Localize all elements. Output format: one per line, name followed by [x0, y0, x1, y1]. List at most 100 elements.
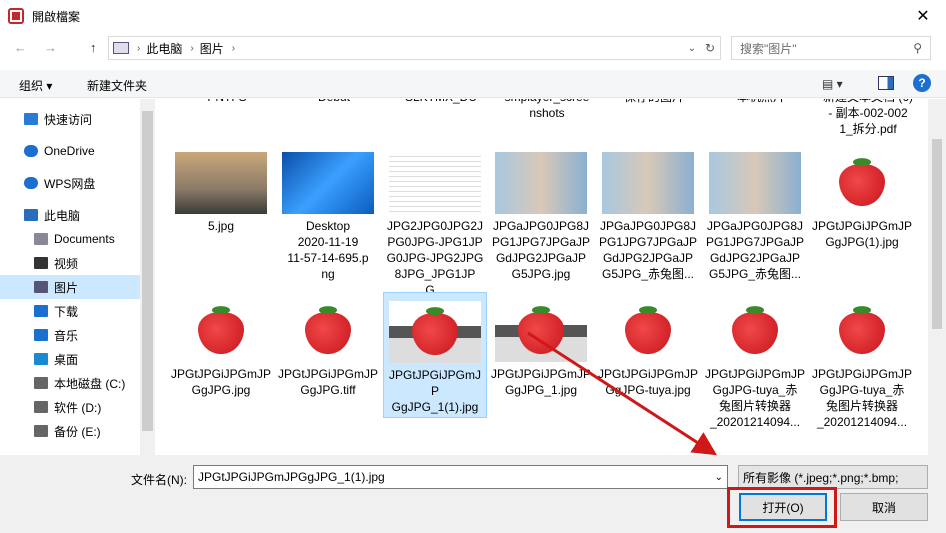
cancel-button[interactable]: 取消 — [840, 493, 928, 521]
thumbnail-image — [389, 152, 481, 214]
sidebar-item[interactable]: 音乐 — [0, 323, 140, 347]
sidebar-item[interactable]: 备份 (E:) — [0, 419, 140, 443]
file-item[interactable]: SLKTMX_DU — [389, 99, 493, 105]
file-name: 5.jpg — [207, 219, 235, 233]
file-item[interactable]: Desktop 2020-11-19 11-57-14-695.p ng — [276, 144, 380, 284]
thumbnail-image — [495, 152, 587, 214]
file-item[interactable]: PNTFS — [175, 99, 279, 105]
sidebar-item[interactable]: 视频 — [0, 251, 140, 275]
sidebar-item[interactable]: OneDrive — [0, 139, 140, 163]
sidebar-item[interactable]: 此电脑 — [0, 203, 140, 227]
window-title: 開啟檔案 — [32, 9, 81, 24]
file-item[interactable]: JPGaJPG0JPG8J PG1JPG7JPGaJP GdJPG2JPGaJP… — [596, 144, 700, 284]
sidebar-item-label: 桌面 — [54, 352, 79, 367]
up-button[interactable]: ↑ — [90, 40, 97, 55]
file-item[interactable]: JPGtJPGiJPGmJP GgJPG.jpg — [169, 292, 273, 400]
file-type-select[interactable]: 所有影像 (*.jpeg;*.png;*.bmp; — [738, 465, 928, 489]
navigation-pane: 快速访问 OneDrive WPS网盘此电脑 Documents 视频 图片下载音乐桌面本… — [0, 99, 155, 455]
chevron-down-icon[interactable]: ⌄ — [688, 43, 696, 54]
thumbnail-image — [282, 300, 374, 362]
file-name: JPGaJPG0JPG8J PG1JPG7JPGaJP GdJPG2JPGaJP… — [705, 219, 805, 281]
search-placeholder: 搜索"图片" — [740, 41, 797, 56]
sidebar-item-label: 本地磁盘 (C:) — [54, 376, 126, 391]
document-icon — [34, 233, 48, 245]
content-scrollbar[interactable] — [928, 99, 946, 455]
file-item[interactable]: smplayer_scree nshots — [495, 99, 599, 121]
filename-input[interactable]: JPGtJPGiJPGmJPGgJPG_1(1).jpg ⌄ — [193, 465, 728, 489]
organize-menu[interactable]: 组织 ▾ — [19, 77, 52, 94]
sidebar-item[interactable]: 桌面 — [0, 347, 140, 371]
file-item[interactable]: JPGtJPGiJPGmJP GgJPG-tuya_赤 兔图片转换器 _2020… — [810, 292, 914, 432]
cloud-icon — [24, 177, 38, 189]
sidebar-item[interactable]: 图片 — [0, 275, 140, 299]
file-item[interactable]: JPG2JPG0JPG2J PG0JPG-JPG1JP G0JPG-JPG2JP… — [383, 144, 487, 300]
sidebar-item-label: Documents — [54, 232, 115, 246]
thumbnail-image — [495, 300, 587, 362]
sidebar-item-label: 下载 — [54, 304, 79, 319]
search-input[interactable]: 搜索"图片" ⚲ — [731, 36, 931, 60]
file-item[interactable]: JPGaJPG0JPG8J PG1JPG7JPGaJP GdJPG2JPGaJP… — [489, 144, 593, 284]
app-icon — [8, 8, 24, 24]
file-name: Desktop 2020-11-19 11-57-14-695.p ng — [287, 219, 369, 281]
picture-folder-icon — [113, 42, 129, 54]
file-name: 新建文本文档 (6) - 副本-002-002 1_拆分.pdf — [823, 99, 913, 136]
file-name: JPGaJPG0JPG8J PG1JPG7JPGaJP GdJPG2JPGaJP… — [598, 219, 698, 281]
sidebar-item[interactable]: 快速访问 — [0, 107, 140, 131]
music-icon — [34, 329, 48, 341]
file-item[interactable]: JPGtJPGiJPGmJP GgJPG_1.jpg — [489, 292, 593, 400]
file-type-value: 所有影像 (*.jpeg;*.png;*.bmp; — [743, 470, 899, 485]
file-item[interactable]: JPGtJPGiJPGmJP GgJPG-tuya_赤 兔图片转换器 _2020… — [703, 292, 807, 432]
file-name: JPGtJPGiJPGmJP GgJPG-tuya_赤 兔图片转换器 _2020… — [705, 367, 806, 429]
cloud-icon — [24, 145, 38, 157]
breadcrumb-this-pc[interactable]: 此电脑 — [146, 40, 182, 57]
close-button[interactable]: ✕ — [900, 0, 946, 32]
sidebar-item[interactable]: WPS网盘 — [0, 171, 140, 195]
thumbnail-image — [282, 152, 374, 214]
file-name: smplayer_scree nshots — [505, 99, 590, 120]
drive-icon — [34, 377, 48, 389]
file-item[interactable]: JPGtJPGiJPGmJP GgJPG_1(1).jpg — [383, 292, 487, 418]
breadcrumb-pictures[interactable]: 图片 — [200, 40, 224, 57]
sidebar-item-label: OneDrive — [44, 144, 95, 158]
file-name: PNTFS — [175, 99, 279, 105]
sidebar-item-label: 软件 (D:) — [54, 400, 102, 415]
chevron-down-icon[interactable]: ⌄ — [715, 472, 723, 483]
preview-pane-button[interactable] — [878, 76, 894, 90]
file-item[interactable]: 保存的图片 — [602, 99, 706, 105]
file-name: JPGtJPGiJPGmJP GgJPG-tuya.jpg — [598, 367, 699, 397]
file-item[interactable]: Debut — [282, 99, 386, 105]
sidebar-item[interactable]: 本地磁盘 (C:) — [0, 371, 140, 395]
help-button[interactable]: ? — [913, 74, 931, 92]
sidebar-item[interactable]: 软件 (D:) — [0, 395, 140, 419]
new-folder-button[interactable]: 新建文件夹 — [87, 77, 147, 94]
file-name: JPGtJPGiJPGmJP GgJPG.tiff — [278, 367, 379, 397]
sidebar-item[interactable]: 下载 — [0, 299, 140, 323]
refresh-button[interactable]: ↻ — [705, 41, 715, 55]
sidebar-item-label: 备份 (E:) — [54, 424, 101, 439]
address-input[interactable]: › 此电脑 › 图片 › ⌄ ↻ — [108, 36, 721, 60]
back-button[interactable]: ← — [14, 40, 27, 55]
file-name: JPGtJPGiJPGmJP GgJPG_1.jpg — [491, 367, 592, 397]
sidebar-item[interactable]: Documents — [0, 227, 140, 251]
view-options-button[interactable]: ▤ ▾ — [822, 77, 843, 91]
annotation-highlight-box — [727, 487, 837, 528]
address-bar-row: ← → ↑ › 此电脑 › 图片 › ⌄ ↻ 搜索"图片" ⚲ — [0, 36, 946, 62]
file-name: JPGaJPG0JPG8J PG1JPG7JPGaJP GdJPG2JPGaJP… — [491, 219, 591, 281]
file-item[interactable]: 5.jpg — [169, 144, 273, 236]
file-item[interactable]: JPGaJPG0JPG8J PG1JPG7JPGaJP GdJPG2JPGaJP… — [703, 144, 807, 284]
file-item[interactable]: JPGtJPGiJPGmJP GgJPG-tuya.jpg — [596, 292, 700, 400]
thumbnail-image — [816, 300, 908, 362]
file-item[interactable]: 新建文本文档 (6) - 副本-002-002 1_拆分.pdf — [816, 99, 920, 137]
file-item[interactable]: 本机照片 — [709, 99, 813, 105]
file-item[interactable]: JPGtJPGiJPGmJP GgJPG.tiff — [276, 292, 380, 400]
sidebar-scrollbar[interactable] — [140, 99, 155, 455]
sidebar-item-label: WPS网盘 — [44, 176, 96, 191]
file-item[interactable]: JPGtJPGiJPGmJP GgJPG(1).jpg — [810, 144, 914, 252]
computer-icon — [24, 209, 38, 221]
file-name: SLKTMX_DU — [389, 99, 493, 105]
thumbnail-image — [709, 152, 801, 214]
sidebar-item-label: 快速访问 — [44, 112, 93, 127]
drive-icon — [34, 425, 48, 437]
forward-button[interactable]: → — [44, 40, 57, 55]
toolbar: 组织 ▾ 新建文件夹 ▤ ▾ ? — [0, 70, 946, 98]
